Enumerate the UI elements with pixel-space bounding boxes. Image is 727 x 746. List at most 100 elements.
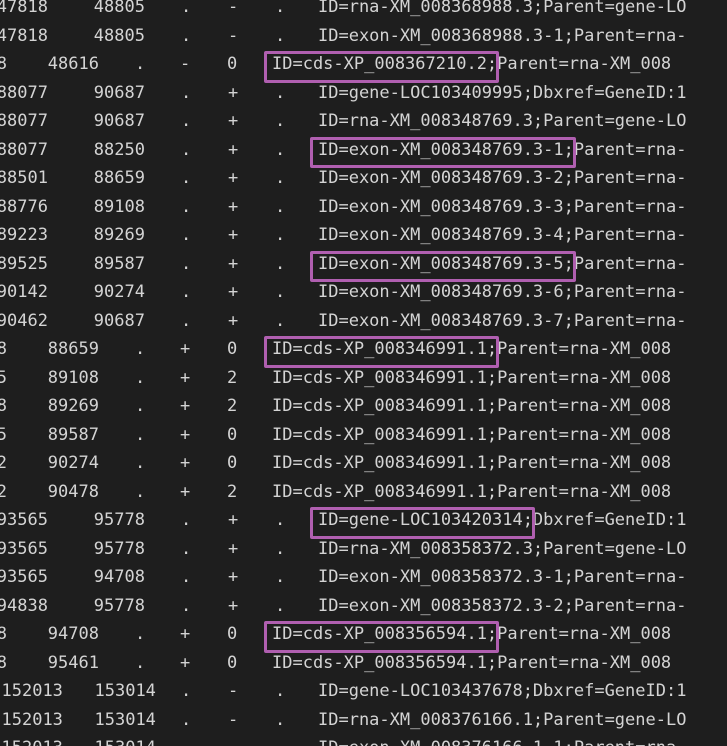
phase-cell: 0 (227, 453, 238, 473)
table-row: 47818 48805. -. ID=rna-XM_008368988.3;Paren… (0, 0, 727, 22)
strand-cell: + (180, 652, 191, 673)
score-cell: . (181, 567, 192, 587)
start-coordinate: 8 (0, 624, 7, 644)
phase-cell: 0 (227, 652, 238, 673)
start-coordinate: 8 (0, 396, 7, 416)
start-coordinate: 89223 (0, 225, 48, 245)
score-cell: . (135, 652, 146, 673)
table-row: 152013 153014. -. ID=gene-LOC103437678;Dbxr… (0, 677, 727, 706)
score-cell: . (181, 82, 192, 103)
table-row: 5 89108. +2 ID=cds-XP_008346991.1;Parent=rn… (0, 364, 727, 393)
phase-cell: 0 (227, 54, 238, 74)
table-row: 89525 89587. +. ID=exon-XM_008348769.3-5;Pa… (0, 250, 727, 279)
strand-cell: + (228, 225, 239, 245)
phase-cell: . (275, 709, 286, 730)
end-coordinate: 90687 (93, 82, 145, 103)
phase-cell: . (275, 168, 286, 188)
score-cell: . (181, 139, 192, 160)
attributes-cell: ID=exon-XM_008348769.3-7;Parent=rna- (318, 310, 687, 331)
table-row: 90462 90687. +. ID=exon-XM_008348769.3-7;Pa… (0, 307, 727, 336)
phase-cell: 2 (227, 481, 238, 502)
phase-cell: 0 (227, 624, 238, 644)
strand-cell: + (228, 538, 239, 559)
attributes-cell: ID=cds-XP_008346991.1;Parent=rna-XM_008 (272, 339, 672, 359)
start-coordinate: 8 (0, 54, 7, 74)
start-coordinate: 88776 (0, 196, 48, 217)
score-cell: . (181, 681, 192, 701)
table-row: 8 94708. +0 ID=cds-XP_008356594.1;Parent=rn… (0, 620, 727, 649)
score-cell: . (181, 253, 192, 274)
score-cell: . (181, 225, 192, 245)
attributes-cell: ID=exon-XM_008348769.3-4;Parent=rna- (318, 225, 687, 245)
strand-cell: + (180, 424, 191, 445)
attributes-cell: ID=exon-XM_008368988.3-1;Parent=rna- (318, 25, 687, 46)
end-coordinate: 48805 (93, 0, 145, 17)
end-coordinate: 88250 (93, 139, 145, 160)
start-coordinate: 152013 (1, 681, 63, 701)
phase-cell: . (275, 510, 286, 530)
score-cell: . (181, 310, 192, 331)
start-coordinate: 47818 (0, 25, 48, 46)
attributes-cell: ID=exon-XM_008376166.1-1;Parent=rna- (318, 734, 686, 746)
phase-cell: . (275, 734, 285, 746)
end-coordinate: 90687 (93, 310, 145, 331)
start-coordinate: 89525 (0, 253, 48, 274)
table-row: 93565 95778. +. ID=gene-LOC103420314;Dbxref… (0, 506, 727, 535)
table-row: 2 90478. +2 ID=cds-XP_008346991.1;Parent=rn… (0, 478, 727, 507)
score-cell: . (181, 709, 192, 730)
strand-cell: - (228, 734, 238, 746)
strand-cell: + (228, 111, 239, 131)
table-row: 152013 153014. -. ID=rna-XM_008376166.1;Par… (0, 706, 727, 735)
end-coordinate: 94708 (47, 624, 99, 644)
table-row: 8 88659. +0 ID=cds-XP_008346991.1;Parent=rn… (0, 335, 727, 364)
strand-cell: + (180, 624, 191, 644)
terminal-text-view[interactable]: 47818 48805. -. ID=rna-XM_008368988.3;Paren… (0, 0, 727, 746)
phase-cell: . (275, 25, 286, 46)
end-coordinate: 90687 (93, 111, 145, 131)
end-coordinate: 95778 (93, 538, 145, 559)
table-row: 93565 95778. +. ID=rna-XM_008358372.3;Paren… (0, 535, 727, 564)
strand-cell: + (180, 481, 191, 502)
phase-cell: . (275, 595, 286, 616)
phase-cell: . (275, 111, 286, 131)
score-cell: . (181, 168, 192, 188)
table-row: 152013 153014. -. ID=exon-XM_008376166.1-1;… (0, 734, 727, 746)
score-cell: . (135, 453, 146, 473)
attributes-cell: ID=gene-LOC103437678;Dbxref=GeneID:1 (318, 681, 687, 701)
attributes-cell: ID=rna-XM_008348769.3;Parent=gene-LO (318, 111, 687, 131)
end-coordinate: 89587 (93, 253, 145, 274)
strand-cell: + (228, 139, 239, 160)
end-coordinate: 153014 (94, 709, 156, 730)
strand-cell: + (228, 567, 239, 587)
score-cell: . (181, 510, 192, 530)
end-coordinate: 48805 (93, 25, 145, 46)
table-row: 93565 94708. +. ID=exon-XM_008358372.3-1;Pa… (0, 563, 727, 592)
table-row: 8 89269. +2 ID=cds-XP_008346991.1;Parent=rn… (0, 392, 727, 421)
table-row: 8 48616. - 0 ID=cds-XP_008367210.2;Parent=rn… (0, 50, 727, 79)
end-coordinate: 90274 (93, 282, 145, 302)
start-coordinate: 152013 (2, 734, 63, 746)
start-coordinate: 8 (0, 652, 7, 673)
end-coordinate: 89269 (47, 396, 99, 416)
strand-cell: + (228, 282, 239, 302)
attributes-cell: ID=cds-XP_008346991.1;Parent=rna-XM_008 (272, 453, 672, 473)
attributes-cell: ID=exon-XM_008358372.3-2;Parent=rna- (318, 595, 687, 616)
start-coordinate: 90462 (0, 310, 48, 331)
end-coordinate: 88659 (47, 339, 99, 359)
strand-cell: - (228, 0, 239, 17)
strand-cell: + (180, 367, 191, 388)
phase-cell: . (275, 82, 286, 103)
phase-cell: . (275, 196, 286, 217)
phase-cell: . (275, 0, 286, 17)
score-cell: . (135, 339, 146, 359)
table-row: 2 90274. +0 ID=cds-XP_008346991.1;Parent=rn… (0, 449, 727, 478)
end-coordinate: 90274 (47, 453, 99, 473)
attributes-cell: ID=exon-XM_008348769.3-1;Parent=rna- (318, 139, 687, 160)
strand-cell: + (228, 196, 239, 217)
score-cell: . (135, 54, 146, 74)
attributes-cell: ID=cds-XP_008356594.1;Parent=rna-XM_008 (272, 652, 672, 673)
start-coordinate: 93565 (0, 538, 48, 559)
table-row: 8 95461. +0 ID=cds-XP_008356594.1;Parent=rn… (0, 649, 727, 678)
score-cell: . (135, 367, 146, 388)
strand-cell: + (228, 595, 239, 616)
